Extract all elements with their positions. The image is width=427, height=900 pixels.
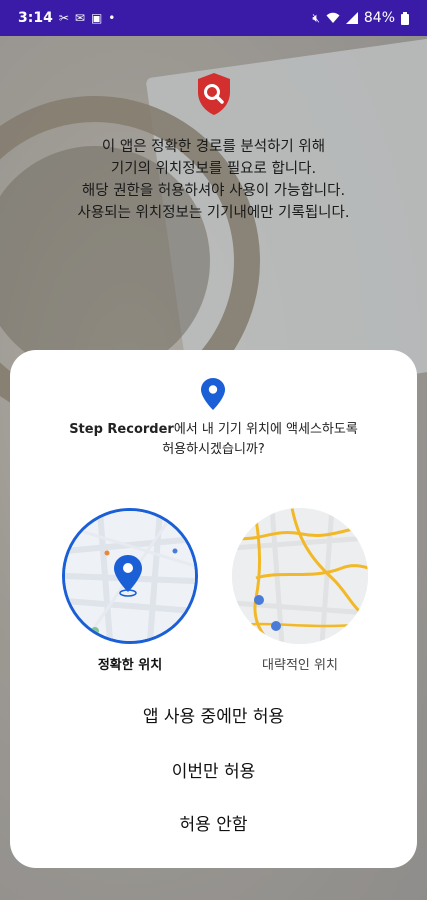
precise-location-option[interactable] <box>62 508 198 644</box>
explanation-line: 이 앱은 정확한 경로를 분석하기 위해 <box>101 139 326 155</box>
bag-icon: ▣ <box>90 11 103 25</box>
permission-explanation: 이 앱은 정확한 경로를 분석하기 위해 기기의 위치정보를 필요로 합니다. … <box>20 136 407 224</box>
deny-button[interactable]: 허용 안함 <box>10 803 417 847</box>
battery-icon <box>401 11 409 25</box>
approximate-location-option[interactable] <box>232 508 368 644</box>
precise-map-icon <box>65 511 195 641</box>
prompt-line-2: 허용하시겠습니까? <box>162 442 265 457</box>
mail-icon: ✉ <box>74 11 85 25</box>
signal-icon <box>345 12 358 24</box>
shield-search-icon <box>198 73 230 115</box>
status-bar: 3:14 ✂ ✉ ▣ • 🔇︎ 84% <box>0 0 427 36</box>
app-name: Step Recorder <box>69 422 174 437</box>
permission-prompt: Step Recorder에서 내 기기 위치에 액세스하도록 허용하시겠습니까… <box>26 420 401 460</box>
status-left: 3:14 ✂ ✉ ▣ • <box>18 10 115 26</box>
battery-level: 84% <box>363 10 395 26</box>
explanation-line: 기기의 위치정보를 필요로 합니다. <box>110 161 317 177</box>
dot-icon: • <box>108 11 116 25</box>
allow-while-using-button[interactable]: 앱 사용 중에만 허용 <box>10 695 417 739</box>
navigation-bar <box>0 876 427 900</box>
prompt-line-1: Step Recorder에서 내 기기 위치에 액세스하도록 <box>26 420 401 440</box>
explanation-line: 사용되는 위치정보는 기기내에만 기록됩니다. <box>77 205 350 221</box>
status-time: 3:14 <box>18 10 53 26</box>
approximate-map-icon <box>232 508 368 644</box>
prompt-text: 에서 내 기기 위치에 액세스하도록 <box>173 422 358 437</box>
mute-icon: 🔇︎ <box>312 11 320 25</box>
precise-location-label: 정확한 위치 <box>97 658 163 673</box>
location-permission-dialog: Step Recorder에서 내 기기 위치에 액세스하도록 허용하시겠습니까… <box>10 350 417 868</box>
allow-once-button[interactable]: 이번만 허용 <box>10 750 417 794</box>
wifi-icon <box>326 12 340 23</box>
explanation-line: 해당 권한을 허용하셔야 사용이 가능합니다. <box>81 183 346 199</box>
tools-icon: ✂ <box>58 11 69 25</box>
status-right: 🔇︎ 84% <box>312 10 409 26</box>
approximate-location-label: 대략적인 위치 <box>262 658 338 673</box>
location-pin-icon <box>201 378 225 410</box>
